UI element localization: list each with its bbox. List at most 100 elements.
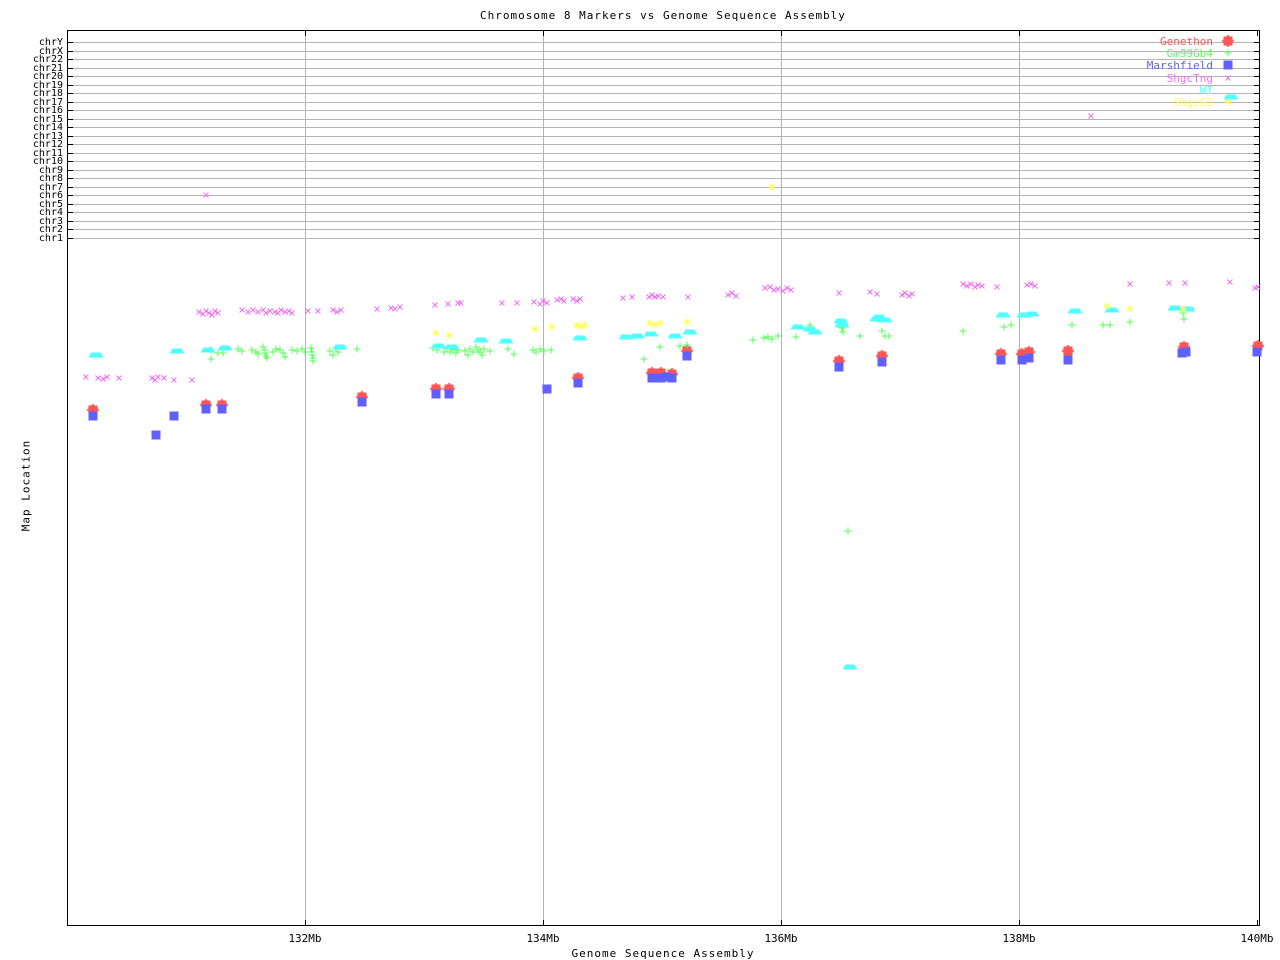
- data-point-x: [978, 282, 987, 291]
- chromosome-gridline: [68, 110, 1259, 112]
- x-tick-label: 134Mb: [526, 932, 560, 945]
- chromosome-gridline: [68, 169, 1259, 171]
- data-point-square: [1252, 347, 1262, 357]
- data-point-plus: [885, 332, 894, 341]
- x-tick-label: 132Mb: [288, 932, 322, 945]
- y-tick-right: [1254, 220, 1259, 222]
- data-point-plus: [749, 336, 758, 345]
- data-point-star: [581, 321, 590, 330]
- legend-label-marshfield: Marshfield: [1146, 59, 1213, 73]
- y-tick-left: [68, 67, 73, 69]
- y-tick-left: [68, 203, 73, 205]
- x-gridline: [305, 31, 306, 925]
- legend-marker-marshfield: [1223, 60, 1233, 70]
- legend-label-wi: WI: [1199, 83, 1213, 97]
- data-point-x: [1226, 278, 1235, 287]
- y-tick-label: chr1: [38, 232, 63, 244]
- y-tick-left: [68, 144, 73, 146]
- data-point-plus: [547, 346, 556, 355]
- data-point-triangle: [1067, 300, 1083, 314]
- data-point-triangle: [498, 330, 514, 344]
- y-tick-left: [68, 135, 73, 137]
- chromosome-gridline: [68, 237, 1259, 239]
- data-point-plus: [839, 328, 848, 337]
- chromosome-gridline: [68, 118, 1259, 120]
- data-point-star: [1179, 305, 1188, 314]
- data-point-x: [314, 307, 323, 316]
- data-point-x: [787, 286, 796, 295]
- y-tick-right: [1254, 237, 1259, 239]
- data-point-triangle: [332, 336, 348, 350]
- data-point-triangle: [667, 325, 683, 339]
- chromosome-gridline: [68, 161, 1259, 163]
- y-tick-right: [1254, 144, 1259, 146]
- data-point-x: [396, 303, 405, 312]
- data-point-square: [834, 362, 844, 372]
- x-tick-bottom: [305, 920, 306, 925]
- chromosome-gridline: [68, 127, 1259, 129]
- data-point-diamond: [1061, 344, 1075, 358]
- data-point-triangle: [473, 329, 489, 343]
- y-tick-right: [1254, 186, 1259, 188]
- y-tick-left: [68, 220, 73, 222]
- data-point-square: [996, 355, 1006, 365]
- data-point-x: [431, 301, 440, 310]
- y-tick-left: [68, 195, 73, 197]
- data-point-square: [201, 404, 211, 414]
- data-point-star: [432, 329, 441, 338]
- data-point-square: [1063, 355, 1073, 365]
- y-tick-right: [1254, 178, 1259, 180]
- data-point-square: [1024, 353, 1034, 363]
- data-point-x: [457, 299, 466, 308]
- data-point-x: [1254, 283, 1263, 292]
- y-tick-left: [68, 42, 73, 43]
- data-point-x: [202, 191, 211, 200]
- data-point-plus: [774, 332, 783, 341]
- x-tick-bottom: [781, 920, 782, 925]
- x-tick-label: 136Mb: [764, 932, 798, 945]
- legend-marker-shgctng: [1224, 73, 1233, 82]
- legend-marker-genethon: [1221, 34, 1235, 48]
- y-tick-right: [1254, 101, 1259, 103]
- data-point-plus: [510, 350, 519, 359]
- data-point-triangle: [842, 656, 858, 670]
- x-tick-label: 138Mb: [1002, 932, 1036, 945]
- legend-marker-shgcg3: [1224, 98, 1233, 107]
- data-point-triangle: [995, 304, 1011, 318]
- data-point-triangle: [807, 321, 823, 335]
- data-point-x: [619, 294, 628, 303]
- y-tick-right: [1254, 161, 1259, 163]
- chromosome-gridline: [68, 135, 1259, 137]
- y-tick-left: [68, 50, 73, 52]
- x-tick-top: [543, 31, 544, 36]
- data-point-star: [683, 318, 692, 327]
- legend-label-shgctng: ShgcTng: [1166, 71, 1213, 85]
- data-point-plus: [656, 343, 665, 352]
- data-point-x: [115, 374, 124, 383]
- data-point-x: [908, 290, 917, 299]
- data-point-square: [444, 389, 454, 399]
- data-point-triangle: [217, 337, 233, 351]
- data-point-star: [768, 183, 777, 192]
- data-point-x: [214, 309, 223, 318]
- data-point-x: [103, 373, 112, 382]
- data-point-triangle: [877, 309, 893, 323]
- data-point-plus: [238, 347, 247, 356]
- data-point-x: [1031, 282, 1040, 291]
- y-tick-right: [1254, 152, 1259, 154]
- data-point-x: [337, 306, 346, 315]
- y-tick-left: [68, 169, 73, 171]
- y-tick-right: [1254, 118, 1259, 120]
- chromosome-gridline: [68, 144, 1259, 146]
- y-tick-left: [68, 110, 73, 112]
- data-point-plus: [1007, 321, 1016, 330]
- data-point-square: [877, 357, 887, 367]
- y-tick-left: [68, 118, 73, 120]
- data-point-x: [560, 297, 569, 306]
- data-point-square: [667, 373, 677, 383]
- data-point-star: [548, 323, 557, 332]
- data-point-x: [659, 293, 668, 302]
- y-tick-right: [1254, 110, 1259, 112]
- data-point-plus: [353, 345, 362, 354]
- data-point-triangle: [834, 314, 850, 328]
